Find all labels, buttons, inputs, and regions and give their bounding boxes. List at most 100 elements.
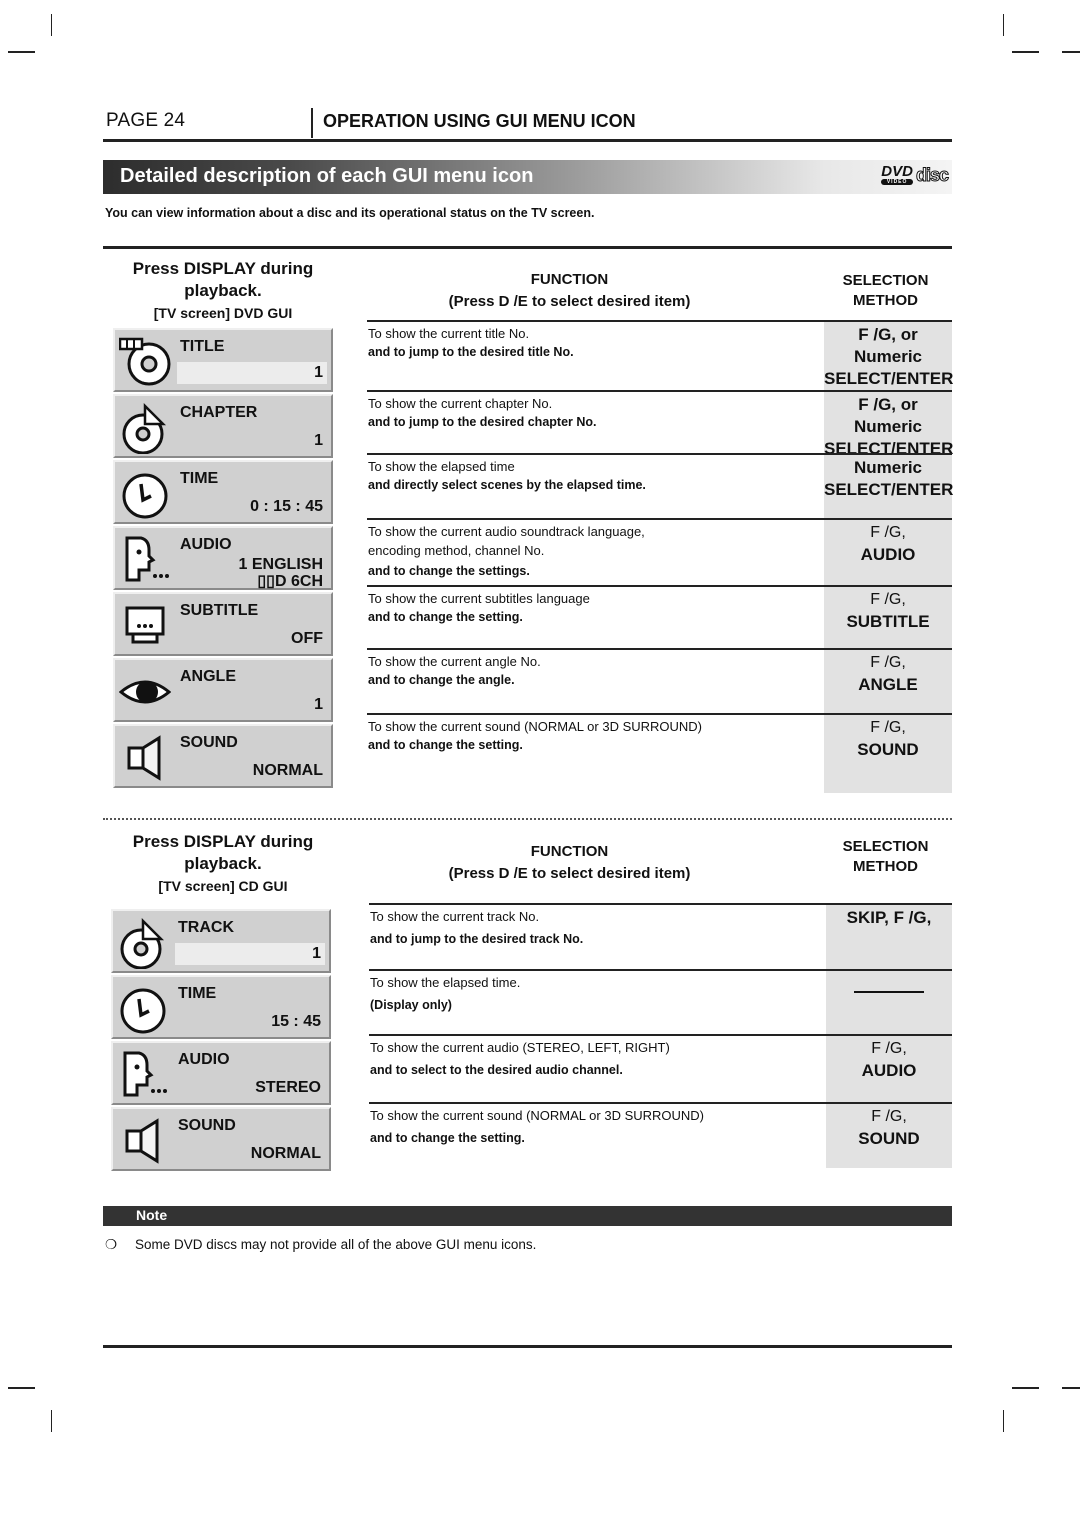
desc-line: To show the current title No. (368, 326, 530, 341)
gui-item-label: AUDIO (178, 1051, 230, 1068)
function-sublabel: (Press D /E to select desired item) (448, 293, 691, 310)
gui-item-label: CHAPTER (180, 404, 258, 421)
dotted-divider (103, 818, 952, 820)
desc-line: To show the current audio soundtrack lan… (368, 524, 645, 539)
crop-mark (1012, 1387, 1039, 1389)
row-description: To show the current sound (NORMAL or 3D … (370, 1106, 810, 1148)
selection-method: F /G, or Numeric SELECT/ENTER (824, 322, 953, 390)
method-line: F /G, or (858, 325, 918, 344)
desc-line-bold: and to change the angle. (368, 673, 515, 687)
desc-line-bold: (Display only) (370, 998, 452, 1012)
gui-item-value-line: ▯▯D 6CH (257, 573, 323, 590)
method-line: SKIP, F /G, (846, 908, 932, 927)
caption-line: Press DISPLAY during (132, 259, 314, 278)
section-title: OPERATION USING GUI MENU ICON (323, 111, 636, 131)
gui-item-label: SOUND (178, 1117, 236, 1134)
gui-item-label: TRACK (178, 919, 234, 936)
gui-item-label: SUBTITLE (180, 602, 259, 619)
section-banner: Detailed description of each GUI menu ic… (103, 160, 952, 194)
desc-line: To show the current sound (NORMAL or 3D … (368, 719, 703, 734)
desc-line-bold: and to change the settings. (368, 564, 530, 578)
desc-line-bold: and directly select scenes by the elapse… (368, 478, 646, 492)
function-sublabel: (Press D /E to select desired item) (448, 865, 691, 882)
gui-item-label: TIME (180, 470, 219, 487)
caption-line: playback. (184, 281, 262, 300)
cd-caption: Press DISPLAY during playback. [TV scree… (103, 831, 343, 894)
selection-label: SELECTION (842, 272, 929, 289)
method-line: Numeric (853, 458, 923, 477)
table-row: To show the current chapter No. and to ju… (367, 390, 953, 480)
eye-icon (118, 666, 172, 718)
note-title: Note (136, 1207, 168, 1223)
crop-mark (1012, 51, 1039, 53)
row-description: To show the elapsed time and directly sel… (368, 457, 808, 495)
disc-logo-text: disc (915, 165, 949, 185)
page-header: PAGE 24 OPERATION USING GUI MENU ICON (103, 106, 952, 142)
gui-item-value-box: 1 (177, 362, 327, 384)
desc-line: encoding method, channel No. (368, 543, 545, 558)
subtitle-screen-icon (119, 600, 171, 652)
method-line: SOUND (858, 1129, 920, 1148)
no-method-dash (854, 991, 924, 993)
divider (103, 246, 952, 249)
dvd-function-table: To show the current title No. and to jump… (367, 320, 953, 793)
method-line: AUDIO (860, 545, 916, 564)
speaker-icon (117, 1115, 169, 1167)
desc-line-bold: and to change the setting. (368, 738, 523, 752)
caption-sub: [TV screen] CD GUI (158, 878, 288, 894)
desc-line-bold: and to change the setting. (370, 1131, 525, 1145)
method-line: AUDIO (861, 1061, 917, 1080)
selection-label: SELECTION (842, 838, 929, 855)
gui-item-value: NORMAL (250, 1145, 321, 1162)
crop-mark (1003, 14, 1004, 36)
chapter-disc-icon (119, 402, 171, 455)
gui-item-chapter: CHAPTER 1 (113, 394, 333, 458)
desc-line-bold: and to jump to the desired track No. (370, 932, 584, 946)
dvd-caption: Press DISPLAY during playback. [TV scree… (103, 258, 343, 321)
header-divider (311, 108, 313, 138)
selection-method: F /G, SUBTITLE (824, 587, 952, 648)
crop-mark (51, 14, 52, 36)
row-description: To show the current title No. and to jump… (368, 324, 808, 362)
crop-mark (8, 1387, 35, 1389)
gui-item-label: TIME (178, 985, 217, 1002)
clock-icon (117, 983, 169, 1035)
gui-item-value: 15 : 45 (271, 1013, 321, 1030)
function-header: FUNCTION (Press D /E to select desired i… (367, 843, 772, 882)
page-number: PAGE 24 (106, 110, 186, 131)
table-row: To show the current sound (NORMAL or 3D … (369, 1102, 952, 1168)
method-line: F /G, or Numeric (853, 395, 923, 436)
table-row: To show the elapsed time. (Display only) (369, 969, 952, 1034)
gui-item-value: NORMAL (252, 762, 323, 779)
gui-item-label: TITLE (180, 338, 225, 355)
gui-item-value-line: 1 ENGLISH (238, 556, 323, 573)
desc-line: To show the current chapter No. (368, 396, 553, 411)
crop-mark (51, 1410, 52, 1432)
note-item: ❍ Some DVD discs may not provide all of t… (105, 1237, 536, 1253)
audio-speaking-head-icon (119, 534, 171, 586)
gui-item-audio: AUDIO STEREO (111, 1041, 331, 1105)
selection-method: SKIP, F /G, (826, 905, 952, 969)
track-disc-icon (117, 917, 169, 970)
caption-sub: [TV screen] DVD GUI (153, 305, 293, 321)
method-line: F /G, (870, 719, 906, 736)
gui-item-time: TIME 15 : 45 (111, 975, 331, 1039)
note-text: Some DVD discs may not provide all of th… (135, 1237, 537, 1252)
gui-item-time: TIME 0 : 15 : 45 (113, 460, 333, 524)
desc-line: To show the elapsed time. (370, 975, 521, 990)
gui-item-value: STEREO (255, 1079, 321, 1096)
intro-text: You can view information about a disc an… (105, 206, 595, 220)
desc-line-bold: and to select to the desired audio chann… (370, 1063, 623, 1077)
table-row: To show the current audio soundtrack lan… (367, 518, 952, 585)
desc-line: To show the current angle No. (368, 654, 541, 669)
crop-mark (1062, 1387, 1080, 1389)
row-description: To show the current chapter No. and to ju… (368, 394, 808, 432)
row-description: To show the current track No. and to jump… (370, 907, 810, 949)
gui-item-value: 1 (312, 945, 321, 962)
gui-item-label: ANGLE (180, 668, 236, 685)
gui-item-value: 0 : 15 : 45 (250, 498, 323, 515)
row-description: To show the current audio (STEREO, LEFT,… (370, 1038, 810, 1080)
caption-line: Press DISPLAY during (132, 832, 314, 851)
bottom-rule (103, 1345, 952, 1348)
method-line: F /G, (870, 591, 906, 608)
